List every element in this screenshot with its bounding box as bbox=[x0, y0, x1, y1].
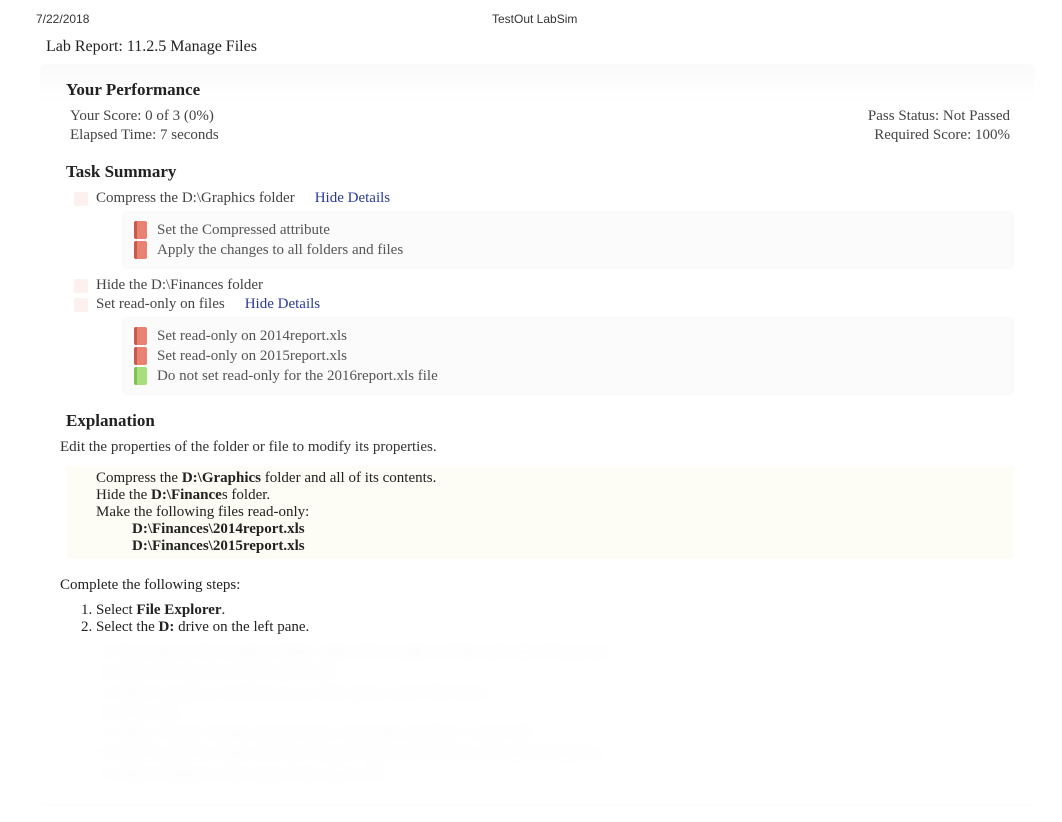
task-row: Hide the D:\Finances folder bbox=[74, 277, 1014, 294]
required-score: Required Score: 100% bbox=[874, 127, 1010, 144]
score-label: Your Score: 0 of 3 (0%) bbox=[70, 108, 214, 125]
task-details: Set the Compressed attribute Apply the c… bbox=[122, 211, 1014, 269]
task-label: Hide the D:\Finances folder bbox=[96, 277, 263, 294]
detail-text: Apply the changes to all folders and fil… bbox=[157, 242, 403, 259]
performance-heading: Your Performance bbox=[66, 80, 1014, 100]
step-item: Select File Explorer. bbox=[96, 602, 1014, 619]
detail-item: Set read-only on 2014report.xls bbox=[134, 327, 1002, 345]
detail-item: Set the Compressed attribute bbox=[134, 221, 1002, 239]
steps-list: Select File Explorer. Select the D: driv… bbox=[96, 602, 1014, 636]
status-icon bbox=[74, 298, 88, 312]
report-card: Your Performance Your Score: 0 of 3 (0%)… bbox=[40, 64, 1034, 804]
fail-icon bbox=[134, 347, 147, 365]
task-label: Compress the D:\Graphics folder bbox=[96, 190, 295, 207]
header-date: 7/22/2018 bbox=[36, 12, 89, 26]
detail-item: Apply the changes to all folders and fil… bbox=[134, 241, 1002, 259]
faded-line: 9. Select Hidden on the General tab; sel… bbox=[102, 764, 1014, 784]
faded-line: 3. To compress the Graphics folder, righ… bbox=[102, 642, 1014, 662]
faded-line: 8. To hide a folder, right-click the Fin… bbox=[102, 743, 1014, 763]
explain-sub: D:\Finances\2015report.xls bbox=[132, 538, 1014, 555]
status-icon bbox=[74, 192, 88, 206]
explanation-heading: Explanation bbox=[66, 411, 1014, 431]
hide-details-link[interactable]: Hide Details bbox=[315, 190, 390, 207]
pass-status: Pass Status: Not Passed bbox=[868, 108, 1010, 125]
explanation-block: Compress the D:\Graphics folder and all … bbox=[66, 466, 1014, 559]
fail-icon bbox=[134, 221, 147, 239]
detail-text: Set read-only on 2014report.xls bbox=[157, 328, 347, 345]
header-app-name: TestOut LabSim bbox=[89, 12, 920, 26]
explain-line: Make the following files read-only: bbox=[96, 504, 1014, 521]
detail-text: Set the Compressed attribute bbox=[157, 222, 330, 239]
fail-icon bbox=[134, 327, 147, 345]
explain-sub: D:\Finances\2014report.xls bbox=[132, 521, 1014, 538]
faded-line: 4. Select Advanced on the General tab. bbox=[102, 662, 1014, 682]
hide-details-link[interactable]: Hide Details bbox=[245, 296, 320, 313]
faded-line: 6. Select OK. bbox=[102, 703, 1014, 723]
detail-item: Do not set read-only for the 2016report.… bbox=[134, 367, 1002, 385]
pass-icon bbox=[134, 367, 147, 385]
detail-text: Set read-only on 2015report.xls bbox=[157, 348, 347, 365]
step-item: Select the D: drive on the left pane. bbox=[96, 619, 1014, 636]
lab-report-title: Lab Report: 11.2.5 Manage Files bbox=[46, 38, 1062, 56]
detail-text: Do not set read-only for the 2016report.… bbox=[157, 368, 438, 385]
detail-item: Set read-only on 2015report.xls bbox=[134, 347, 1002, 365]
fail-icon bbox=[134, 241, 147, 259]
status-icon bbox=[74, 279, 88, 293]
elapsed-time: Elapsed Time: 7 seconds bbox=[70, 127, 219, 144]
faded-line: 5. Select Compress contents to save disk… bbox=[102, 683, 1014, 703]
faded-steps: 3. To compress the Graphics folder, righ… bbox=[102, 642, 1014, 784]
steps-intro: Complete the following steps: bbox=[60, 577, 1014, 594]
explain-line: Compress the D:\Graphics folder and all … bbox=[96, 470, 1014, 487]
task-label: Set read-only on files bbox=[96, 296, 225, 313]
task-details: Set read-only on 2014report.xls Set read… bbox=[122, 317, 1014, 395]
faded-line: 7. Select "Apply changes to this folder,… bbox=[102, 723, 1014, 743]
explain-line: Hide the D:\Finances folder. bbox=[96, 487, 1014, 504]
explanation-intro: Edit the properties of the folder or fil… bbox=[60, 439, 1014, 456]
task-row: Compress the D:\Graphics folder Hide Det… bbox=[74, 190, 1014, 207]
task-row: Set read-only on files Hide Details bbox=[74, 296, 1014, 313]
task-summary-heading: Task Summary bbox=[66, 162, 1014, 182]
